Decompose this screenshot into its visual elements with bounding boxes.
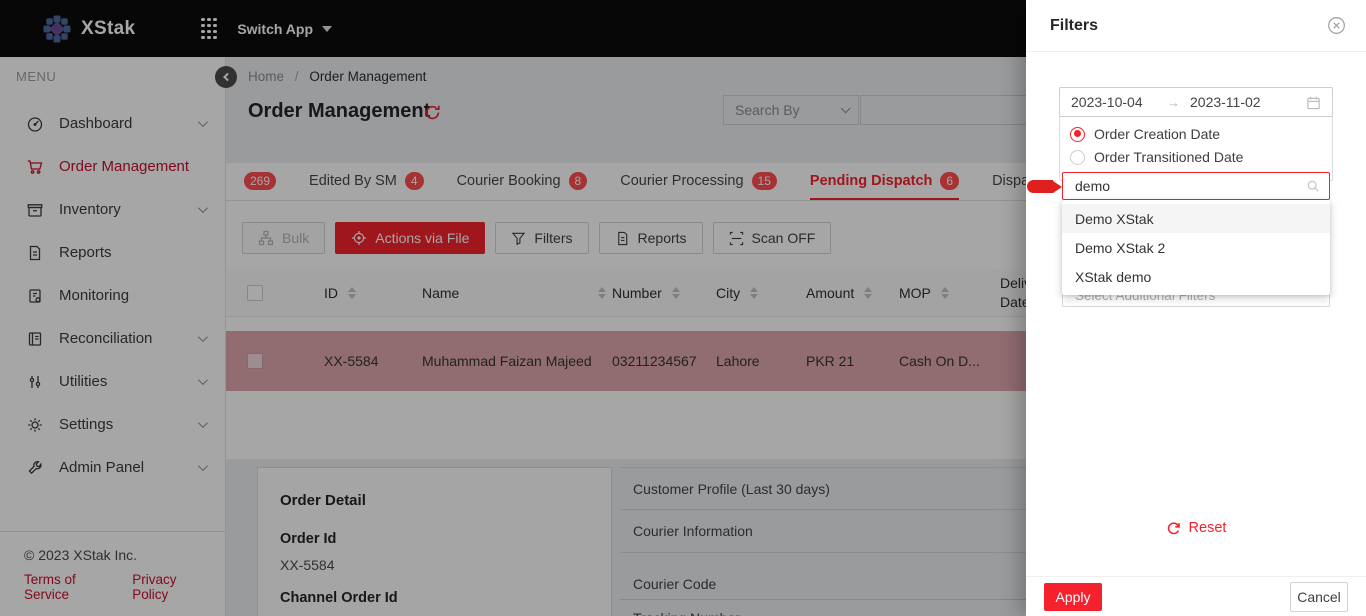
reset-label: Reset bbox=[1188, 520, 1227, 536]
dropdown-option[interactable]: Demo XStak 2 bbox=[1062, 233, 1330, 262]
annotation-arrow bbox=[1027, 180, 1062, 193]
calendar-icon bbox=[1307, 96, 1320, 109]
reset-icon bbox=[1167, 521, 1180, 534]
close-icon[interactable] bbox=[1327, 16, 1346, 35]
arrow-right-icon: → bbox=[1167, 94, 1180, 110]
reset-button[interactable]: Reset bbox=[1026, 520, 1366, 536]
radio-order-transitioned-date[interactable]: Order Transitioned Date bbox=[1070, 149, 1322, 165]
apply-button[interactable]: Apply bbox=[1044, 582, 1102, 611]
search-icon bbox=[1307, 180, 1319, 192]
date-from[interactable]: 2023-10-04 bbox=[1071, 94, 1167, 110]
store-search-input[interactable] bbox=[1063, 178, 1306, 194]
radio-label: Order Transitioned Date bbox=[1094, 149, 1244, 165]
drawer-footer: Apply Cancel bbox=[1026, 576, 1366, 616]
radio-icon bbox=[1070, 126, 1085, 142]
radio-label: Order Creation Date bbox=[1094, 126, 1221, 142]
filters-drawer: Filters 2023-10-04 → 2023-11-02 Order Cr… bbox=[1026, 0, 1366, 616]
date-filter-group: 2023-10-04 → 2023-11-02 Order Creation D… bbox=[1059, 87, 1333, 181]
dropdown-option[interactable]: XStak demo bbox=[1062, 262, 1330, 291]
store-search-field bbox=[1062, 172, 1330, 200]
date-to[interactable]: 2023-11-02 bbox=[1190, 94, 1306, 110]
filters-title: Filters bbox=[1050, 16, 1099, 34]
dropdown-option[interactable]: Demo XStak bbox=[1062, 204, 1330, 233]
radio-icon bbox=[1070, 149, 1085, 165]
radio-order-creation-date[interactable]: Order Creation Date bbox=[1070, 126, 1322, 142]
cancel-button[interactable]: Cancel bbox=[1290, 581, 1348, 612]
date-range-picker[interactable]: 2023-10-04 → 2023-11-02 bbox=[1059, 87, 1333, 117]
store-options-dropdown: Demo XStak Demo XStak 2 XStak demo bbox=[1062, 200, 1330, 295]
